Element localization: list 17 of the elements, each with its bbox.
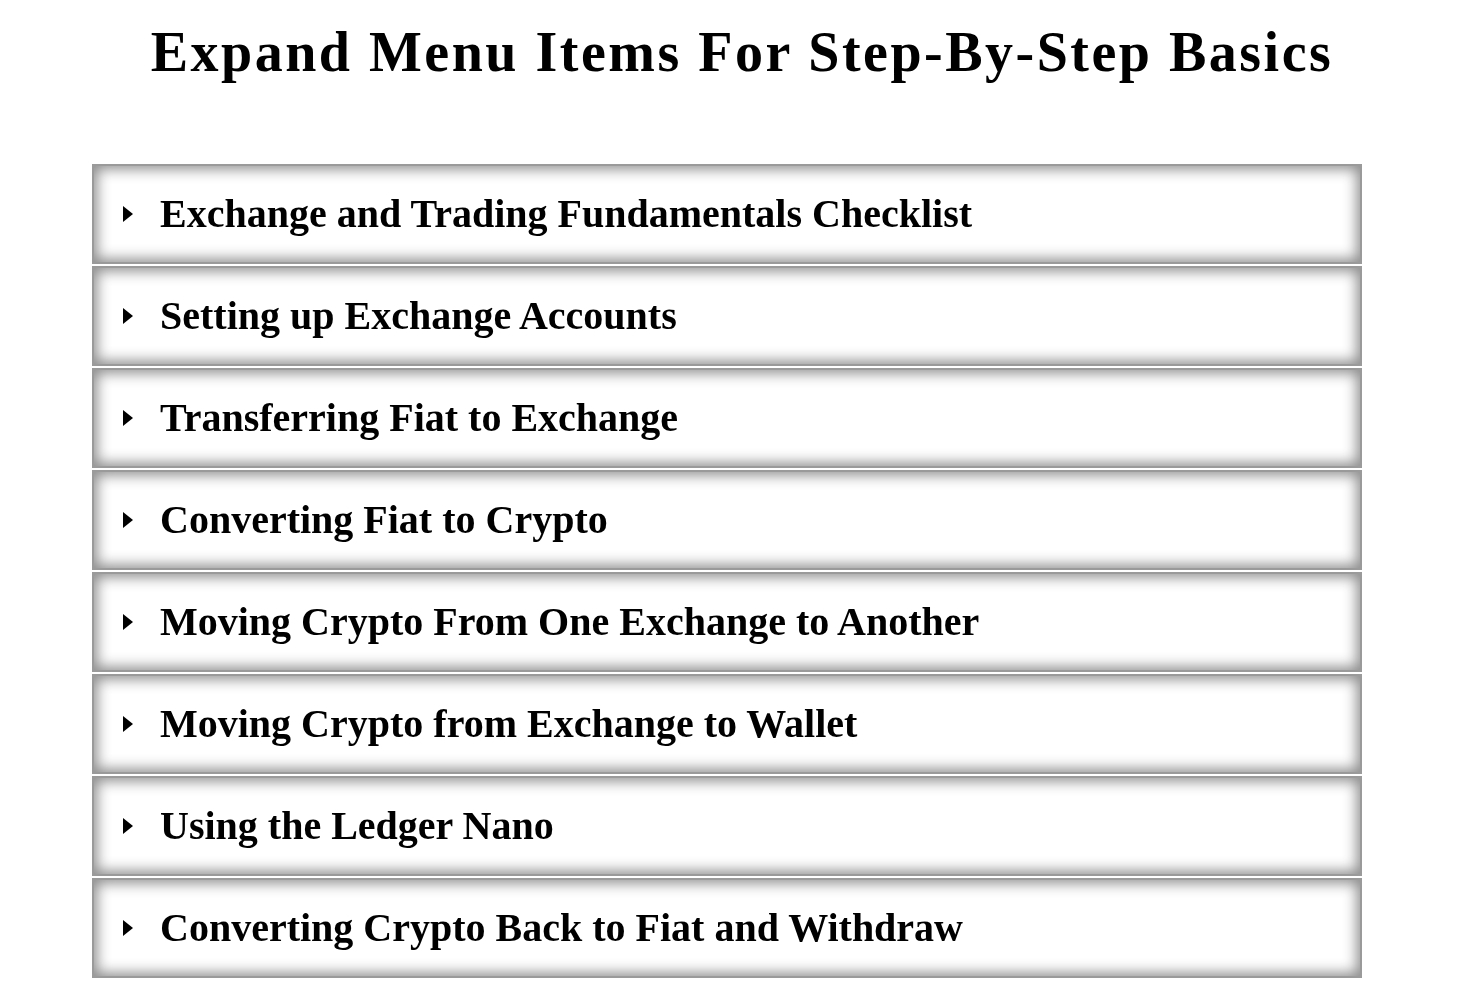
caret-icon (122, 409, 134, 427)
caret-icon (122, 511, 134, 529)
accordion-item[interactable]: Using the Ledger Nano (92, 776, 1362, 876)
caret-icon (122, 613, 134, 631)
caret-icon (122, 919, 134, 937)
accordion-item[interactable]: Moving Crypto From One Exchange to Another (92, 572, 1362, 672)
accordion-item[interactable]: Moving Crypto from Exchange to Wallet (92, 674, 1362, 774)
caret-icon (122, 307, 134, 325)
page-title: Expand Menu Items For Step-By-Step Basics (150, 22, 1334, 84)
accordion-item[interactable]: Converting Fiat to Crypto (92, 470, 1362, 570)
accordion-item[interactable]: Exchange and Trading Fundamentals Checklist (92, 164, 1362, 264)
accordion-item[interactable]: Transferring Fiat to Exchange (92, 368, 1362, 468)
caret-icon (122, 205, 134, 223)
caret-icon (122, 715, 134, 733)
caret-icon (122, 817, 134, 835)
accordion-item[interactable]: Converting Crypto Back to Fiat and Withdraw (92, 878, 1362, 978)
accordion-item[interactable]: Setting up Exchange Accounts (92, 266, 1362, 366)
